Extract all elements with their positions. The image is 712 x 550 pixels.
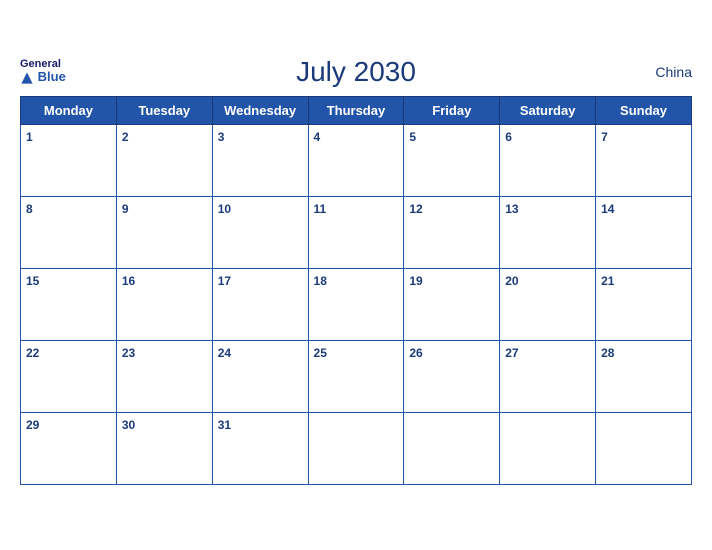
day-number-22: 22 xyxy=(26,346,39,360)
country-label: China xyxy=(655,64,692,80)
calendar-cell-2-1: 16 xyxy=(116,268,212,340)
week-row-4: 22 23 24 25 26 27 28 xyxy=(21,340,692,412)
calendar-cell-0-6: 7 xyxy=(596,124,692,196)
header-wednesday: Wednesday xyxy=(212,96,308,124)
calendar-cell-0-5: 6 xyxy=(500,124,596,196)
day-number-23: 23 xyxy=(122,346,135,360)
calendar-title: July 2030 xyxy=(296,56,416,88)
day-number-10: 10 xyxy=(218,202,231,216)
calendar-cell-3-2: 24 xyxy=(212,340,308,412)
calendar-cell-1-5: 13 xyxy=(500,196,596,268)
calendar-cell-3-4: 26 xyxy=(404,340,500,412)
day-number-21: 21 xyxy=(601,274,614,288)
day-number-5: 5 xyxy=(409,130,416,144)
logo-area: General Blue xyxy=(20,58,66,85)
day-number-19: 19 xyxy=(409,274,422,288)
calendar-cell-2-5: 20 xyxy=(500,268,596,340)
calendar-cell-3-0: 22 xyxy=(21,340,117,412)
week-row-5: 29 30 31 xyxy=(21,412,692,484)
calendar-cell-1-1: 9 xyxy=(116,196,212,268)
header-tuesday: Tuesday xyxy=(116,96,212,124)
calendar-cell-1-6: 14 xyxy=(596,196,692,268)
header-saturday: Saturday xyxy=(500,96,596,124)
calendar-cell-4-5 xyxy=(500,412,596,484)
calendar-cell-1-2: 10 xyxy=(212,196,308,268)
day-number-18: 18 xyxy=(314,274,327,288)
calendar-cell-4-3 xyxy=(308,412,404,484)
day-number-12: 12 xyxy=(409,202,422,216)
day-number-28: 28 xyxy=(601,346,614,360)
day-number-24: 24 xyxy=(218,346,231,360)
calendar-cell-2-6: 21 xyxy=(596,268,692,340)
day-number-1: 1 xyxy=(26,130,33,144)
day-number-4: 4 xyxy=(314,130,321,144)
day-number-31: 31 xyxy=(218,418,231,432)
calendar-cell-1-4: 12 xyxy=(404,196,500,268)
day-number-3: 3 xyxy=(218,130,225,144)
week-row-3: 15 16 17 18 19 20 21 xyxy=(21,268,692,340)
day-number-26: 26 xyxy=(409,346,422,360)
calendar-cell-0-4: 5 xyxy=(404,124,500,196)
calendar-cell-0-1: 2 xyxy=(116,124,212,196)
day-number-30: 30 xyxy=(122,418,135,432)
calendar-cell-2-2: 17 xyxy=(212,268,308,340)
calendar-cell-0-3: 4 xyxy=(308,124,404,196)
calendar-table: Monday Tuesday Wednesday Thursday Friday… xyxy=(20,96,692,485)
day-number-13: 13 xyxy=(505,202,518,216)
calendar-cell-1-0: 8 xyxy=(21,196,117,268)
calendar-body: 1234567891011121314151617181920212223242… xyxy=(21,124,692,484)
calendar-cell-2-3: 18 xyxy=(308,268,404,340)
calendar-cell-4-6 xyxy=(596,412,692,484)
day-number-8: 8 xyxy=(26,202,33,216)
week-row-1: 1 2 3 4 5 6 7 xyxy=(21,124,692,196)
calendar-cell-4-0: 29 xyxy=(21,412,117,484)
calendar-cell-2-4: 19 xyxy=(404,268,500,340)
day-number-17: 17 xyxy=(218,274,231,288)
calendar-cell-4-1: 30 xyxy=(116,412,212,484)
day-number-16: 16 xyxy=(122,274,135,288)
calendar-container: General Blue July 2030 China Monday Tues… xyxy=(0,46,712,505)
day-number-11: 11 xyxy=(314,202,327,216)
day-number-9: 9 xyxy=(122,202,129,216)
calendar-cell-3-5: 27 xyxy=(500,340,596,412)
header-monday: Monday xyxy=(21,96,117,124)
day-number-6: 6 xyxy=(505,130,512,144)
day-number-27: 27 xyxy=(505,346,518,360)
calendar-cell-4-2: 31 xyxy=(212,412,308,484)
day-number-25: 25 xyxy=(314,346,327,360)
calendar-cell-4-4 xyxy=(404,412,500,484)
calendar-cell-3-3: 25 xyxy=(308,340,404,412)
logo-blue: Blue xyxy=(20,70,66,85)
logo-icon xyxy=(20,71,34,85)
calendar-cell-1-3: 11 xyxy=(308,196,404,268)
calendar-cell-2-0: 15 xyxy=(21,268,117,340)
day-number-15: 15 xyxy=(26,274,39,288)
header-sunday: Sunday xyxy=(596,96,692,124)
calendar-cell-3-1: 23 xyxy=(116,340,212,412)
calendar-cell-0-0: 1 xyxy=(21,124,117,196)
day-number-14: 14 xyxy=(601,202,614,216)
calendar-header: General Blue July 2030 China xyxy=(20,56,692,88)
day-number-2: 2 xyxy=(122,130,129,144)
header-friday: Friday xyxy=(404,96,500,124)
day-number-29: 29 xyxy=(26,418,39,432)
header-thursday: Thursday xyxy=(308,96,404,124)
calendar-cell-3-6: 28 xyxy=(596,340,692,412)
calendar-cell-0-2: 3 xyxy=(212,124,308,196)
day-number-20: 20 xyxy=(505,274,518,288)
day-number-7: 7 xyxy=(601,130,608,144)
week-row-2: 8 9 10 11 12 13 14 xyxy=(21,196,692,268)
weekday-header-row: Monday Tuesday Wednesday Thursday Friday… xyxy=(21,96,692,124)
